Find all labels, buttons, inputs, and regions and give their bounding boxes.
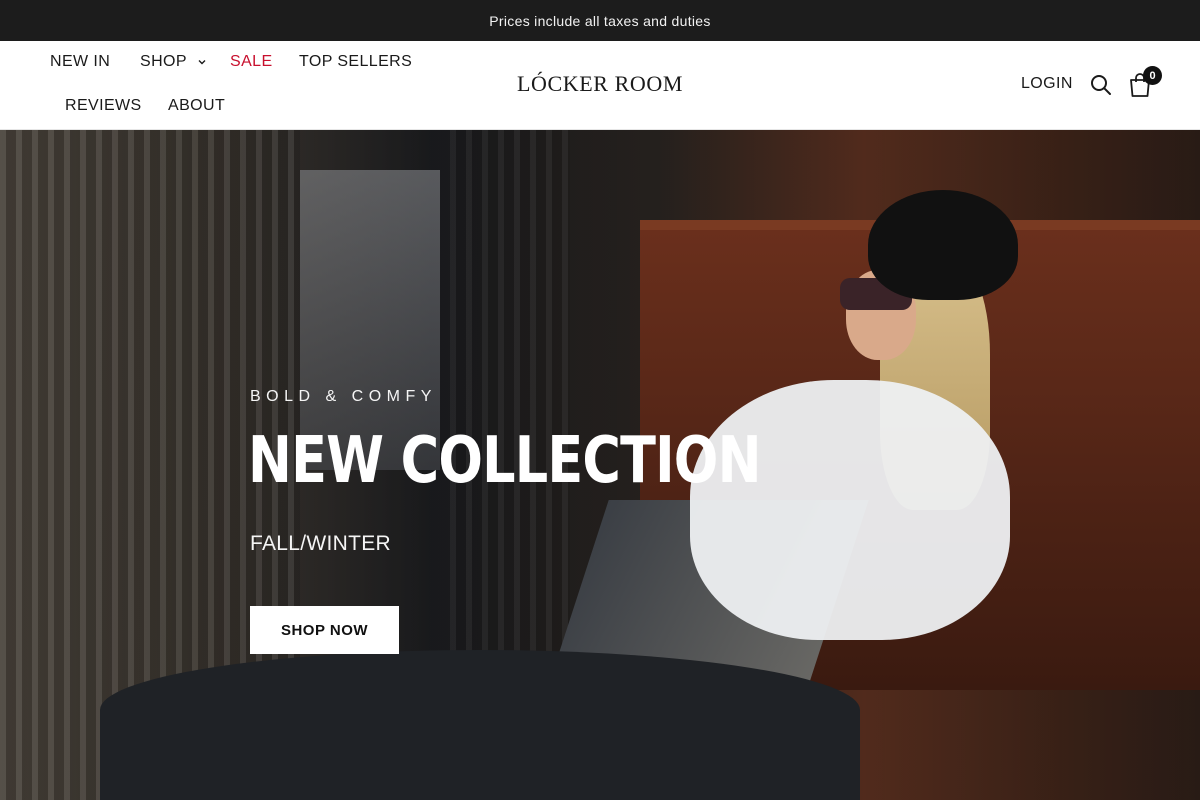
announcement-text: Prices include all taxes and duties <box>489 12 711 29</box>
hero-lounge-chair <box>100 650 860 800</box>
shop-now-button[interactable]: SHOP NOW <box>250 606 399 654</box>
hero-figure-beanie <box>868 190 1018 300</box>
nav-top-sellers[interactable]: TOP SELLERS <box>299 53 412 71</box>
announcement-bar: Prices include all taxes and duties <box>0 0 1200 41</box>
login-link[interactable]: LOGIN <box>1021 75 1073 93</box>
site-header: NEW IN SHOP SALE TOP SELLERS REVIEWS ABO… <box>0 41 1200 130</box>
nav-sale[interactable]: SALE <box>230 53 273 71</box>
nav-shop-label: SHOP <box>140 53 187 70</box>
cart-count-badge: 0 <box>1143 66 1162 85</box>
nav-about[interactable]: ABOUT <box>168 97 225 115</box>
hero-eyebrow: BOLD & COMFY <box>250 388 437 405</box>
hero-banner: BOLD & COMFY NEW COLLECTION FALL/WINTER … <box>0 130 1200 800</box>
search-icon[interactable] <box>1090 74 1112 96</box>
nav-reviews[interactable]: REVIEWS <box>65 97 142 115</box>
site-logo[interactable]: LÓCKER ROOM <box>510 71 690 97</box>
nav-shop[interactable]: SHOP <box>140 53 208 71</box>
hero-figure-shirt <box>690 380 1010 640</box>
nav-new-in[interactable]: NEW IN <box>50 53 110 71</box>
hero-subtitle: FALL/WINTER <box>250 532 391 555</box>
chevron-down-icon <box>198 59 206 65</box>
hero-title: NEW COLLECTION <box>248 424 761 498</box>
